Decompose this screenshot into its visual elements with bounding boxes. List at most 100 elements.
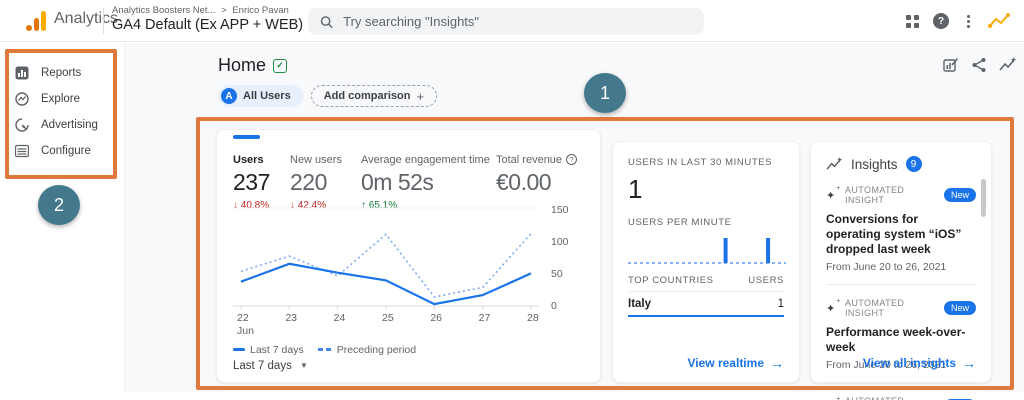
- x-axis-labels: 22 Jun232425262728: [233, 312, 543, 340]
- all-users-chip[interactable]: A All Users: [218, 85, 303, 107]
- line-chart-svg: [233, 202, 545, 312]
- divider: [826, 382, 976, 383]
- divider: [826, 284, 976, 285]
- scrollbar-thumb[interactable]: [981, 179, 986, 217]
- solid-line-swatch: [233, 348, 245, 351]
- country-name: Italy: [628, 298, 651, 310]
- breadcrumb-account[interactable]: Analytics Boosters Net...: [112, 5, 215, 16]
- view-realtime-link[interactable]: View realtime →: [688, 355, 785, 371]
- series-current-line: [241, 264, 531, 304]
- topbar-divider: [103, 8, 104, 34]
- metric-value: 220: [290, 169, 361, 196]
- sidebar-item-configure[interactable]: Configure: [0, 138, 124, 164]
- top-countries-table: TOP COUNTRIES USERS Italy 1: [628, 275, 784, 317]
- legend-current: Last 7 days: [233, 344, 304, 356]
- table-row[interactable]: Italy 1: [628, 292, 784, 317]
- customize-report-icon[interactable]: [943, 57, 959, 73]
- date-range-label: Last 7 days: [233, 360, 292, 372]
- bar-chart-icon: [15, 66, 29, 80]
- sidebar-item-advertising[interactable]: Advertising: [0, 112, 124, 138]
- advertising-target-icon: [15, 118, 29, 132]
- insights-sparkline-icon: [826, 157, 843, 172]
- sidebar-item-label: Explore: [41, 93, 80, 105]
- realtime-card: USERS IN LAST 30 MINUTES 1 USERS PER MIN…: [612, 141, 800, 383]
- view-realtime-label: View realtime: [688, 356, 765, 370]
- overview-metrics-card: Users 237 ↓ 40.8% New users 220 ↓ 42.4% …: [216, 129, 601, 383]
- sidebar-item-reports[interactable]: Reports: [0, 60, 124, 86]
- analytics-logo-icon: [26, 11, 48, 31]
- x-tick-label: 25: [382, 312, 410, 325]
- apps-grid-icon[interactable]: [906, 15, 919, 28]
- insight-item-1[interactable]: ✦ AUTOMATED INSIGHT New Conversions for …: [826, 185, 976, 285]
- breadcrumb-separator: >: [221, 5, 227, 16]
- share-icon[interactable]: [971, 57, 987, 73]
- sidebar-item-explore[interactable]: Explore: [0, 86, 124, 112]
- explore-icon: [15, 92, 29, 106]
- carousel-tab-indicator[interactable]: [233, 135, 260, 139]
- search-icon: [320, 15, 333, 29]
- annotation-step-2: 2: [38, 185, 80, 225]
- search-input[interactable]: [343, 14, 692, 29]
- insight-date-range: From June 20 to 26, 2021: [826, 261, 976, 273]
- insight-type-label: AUTOMATED INSIGHT: [845, 396, 938, 400]
- insights-title: Insights: [851, 157, 898, 172]
- insight-type-label: AUTOMATED INSIGHT: [845, 185, 938, 205]
- help-icon[interactable]: ?: [933, 13, 949, 29]
- x-tick-label: 22 Jun: [237, 312, 265, 337]
- x-tick-marks: [241, 306, 531, 310]
- metric-label: New users: [290, 154, 361, 166]
- annotation-step-1: 1: [584, 73, 626, 113]
- add-comparison-button[interactable]: Add comparison +: [311, 85, 437, 107]
- property-name[interactable]: GA4 Default (Ex APP + WEB): [112, 17, 303, 33]
- brand-name: Analytics: [54, 10, 118, 28]
- top-app-bar: Analytics Analytics Boosters Net... > En…: [0, 0, 1024, 42]
- view-all-insights-label: View all insights: [863, 356, 956, 370]
- metric-value: €0.00: [496, 169, 577, 196]
- ga4-home-screenshot: Analytics Analytics Boosters Net... > En…: [0, 0, 1024, 400]
- breadcrumb[interactable]: Analytics Boosters Net... > Enrico Pavan: [112, 5, 289, 16]
- x-tick-label: 26: [430, 312, 458, 325]
- col-top-countries: TOP COUNTRIES: [628, 275, 714, 286]
- y-tick-label: 100: [551, 236, 569, 248]
- comparison-avatar: A: [221, 88, 237, 104]
- chevron-down-icon: ▼: [300, 361, 308, 370]
- more-vertical-icon[interactable]: [963, 13, 974, 30]
- add-comparison-label: Add comparison: [324, 90, 411, 102]
- search-bar[interactable]: [308, 8, 704, 35]
- arrow-right-icon: →: [962, 355, 976, 371]
- col-users: USERS: [748, 275, 784, 286]
- insight-type-label: AUTOMATED INSIGHT: [845, 298, 938, 318]
- insights-sparkline-icon[interactable]: [999, 57, 1017, 73]
- y-tick-label: 50: [551, 268, 563, 280]
- realtime-title: USERS IN LAST 30 MINUTES: [628, 157, 784, 168]
- orange-trendline-icon[interactable]: [988, 12, 1010, 30]
- insights-count-badge: 9: [906, 156, 922, 172]
- left-nav: Reports Explore Advertising C: [0, 43, 125, 392]
- help-circle-icon[interactable]: ?: [566, 154, 577, 165]
- users-per-minute-label: USERS PER MINUTE: [628, 217, 784, 228]
- property-selector[interactable]: GA4 Default (Ex APP + WEB) ▼: [112, 17, 319, 33]
- main-content: Home ✓ A: [125, 43, 1024, 392]
- date-range-selector[interactable]: Last 7 days ▼: [233, 360, 308, 372]
- metric-value: 237: [233, 169, 290, 196]
- breadcrumb-user[interactable]: Enrico Pavan: [232, 5, 289, 16]
- chart-legend: Last 7 days Preceding period: [233, 344, 416, 356]
- insight-title: Conversions for operating system “iOS” d…: [826, 212, 976, 257]
- report-status-check-icon: ✓: [273, 59, 287, 73]
- insight-item-3[interactable]: ✦ AUTOMATED INSIGHT New: [826, 396, 976, 400]
- table-header-row: TOP COUNTRIES USERS: [628, 275, 784, 292]
- y-tick-label: 150: [551, 204, 569, 216]
- users-trend-chart: 050100150 22 Jun232425262728: [233, 202, 586, 344]
- new-badge: New: [944, 188, 976, 202]
- metric-label: Users: [233, 154, 290, 166]
- comparison-chips: A All Users Add comparison +: [218, 85, 437, 107]
- dashed-line-swatch: [318, 348, 332, 351]
- legend-previous: Preceding period: [318, 344, 416, 356]
- y-tick-label: 0: [551, 300, 557, 312]
- x-tick-label: 23: [285, 312, 313, 325]
- configure-list-icon: [15, 144, 29, 158]
- legend-previous-label: Preceding period: [337, 344, 416, 356]
- minute-bar: [724, 238, 728, 263]
- view-all-insights-link[interactable]: View all insights →: [863, 355, 976, 371]
- x-tick-label: 24: [334, 312, 362, 325]
